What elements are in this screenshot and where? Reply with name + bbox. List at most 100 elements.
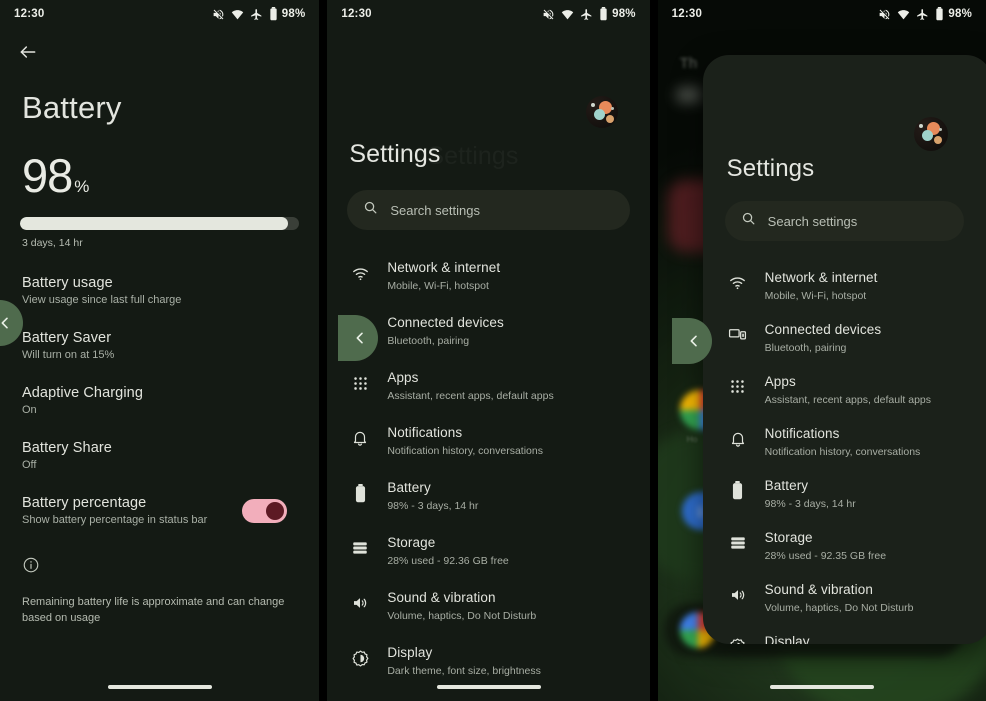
list-item-title: Network & internet — [764, 269, 878, 285]
chevron-left-icon — [1, 317, 8, 329]
search-icon — [741, 211, 756, 231]
list-item-subtitle: Notification history, conversations — [764, 445, 921, 458]
list-item-subtitle: Will turn on at 15% — [22, 349, 115, 361]
list-item-title: Storage — [387, 535, 436, 550]
battery-progress-fill — [20, 217, 289, 230]
search-input[interactable]: Search settings — [724, 201, 965, 241]
avatar-shape — [919, 124, 924, 128]
battery-options-list: Battery usage View usage since last full… — [0, 263, 319, 538]
list-item-subtitle: View usage since last full charge — [22, 294, 182, 306]
list-item-battery-share[interactable]: Battery Share Off — [0, 428, 319, 483]
wallpaper-widget-text: Th — [679, 55, 698, 72]
airplane-mode-icon — [916, 8, 929, 21]
list-item-title: Notifications — [764, 425, 840, 441]
home-indicator[interactable] — [107, 685, 212, 689]
sidebar-item-display[interactable]: Display Dark theme, font size, brightnes… — [727, 623, 986, 644]
avatar-shape — [922, 130, 934, 141]
status-bar-clock: 12:30 — [14, 8, 45, 20]
avatar[interactable] — [585, 96, 618, 128]
list-item-battery-usage[interactable]: Battery usage View usage since last full… — [0, 263, 319, 318]
wifi-icon — [727, 272, 749, 294]
status-bar-clock: 12:30 — [341, 8, 372, 20]
list-item-title: Sound & vibration — [764, 581, 873, 597]
list-item-subtitle: Volume, haptics, Do Not Disturb — [387, 610, 537, 622]
search-placeholder: Search settings — [767, 213, 858, 229]
search-icon — [363, 200, 378, 220]
avatar[interactable] — [914, 117, 949, 151]
chevron-left-icon — [690, 335, 697, 347]
three-phone-screenshots: 12:30 98% Battery 98 % 3 days, 14 hr Bat… — [0, 0, 986, 701]
list-item-battery-percentage[interactable]: Battery percentage Show battery percenta… — [0, 483, 319, 538]
list-item-title: Battery Saver — [22, 330, 112, 346]
home-indicator[interactable] — [769, 685, 874, 689]
wifi-icon — [897, 8, 910, 21]
list-item-subtitle: Assistant, recent apps, default apps — [764, 393, 932, 406]
sidebar-item-battery[interactable]: Battery 98% - 3 days, 14 hr — [349, 468, 649, 523]
connected-devices-icon — [727, 324, 749, 346]
list-item-subtitle: Dark theme, font size, brightness — [387, 665, 541, 677]
sidebar-item-apps[interactable]: Apps Assistant, recent apps, default app… — [349, 358, 649, 413]
battery-percent-symbol: % — [74, 177, 90, 196]
list-item-title: Battery percentage — [22, 495, 147, 511]
mute-icon — [212, 8, 225, 21]
home-indicator[interactable] — [436, 685, 541, 689]
battery-progress-track — [20, 217, 300, 230]
wallpaper-app-label: Ho — [686, 434, 698, 444]
status-bar: 12:30 98% — [0, 0, 319, 28]
sidebar-item-notifications[interactable]: Notifications Notification history, conv… — [349, 413, 649, 468]
brightness-icon — [727, 636, 749, 644]
sidebar-item-storage[interactable]: Storage 28% used - 92.35 GB free — [727, 519, 986, 571]
avatar-shape — [605, 115, 614, 123]
sidebar-item-connected-devices[interactable]: Connected devices Bluetooth, pairing — [727, 311, 986, 363]
list-item-title: Battery usage — [22, 275, 113, 291]
list-item-title: Battery — [387, 480, 431, 495]
sidebar-item-storage[interactable]: Storage 28% used - 92.36 GB free — [349, 523, 649, 578]
battery-icon — [349, 482, 371, 504]
sidebar-item-apps[interactable]: Apps Assistant, recent apps, default app… — [727, 363, 986, 415]
sidebar-item-battery[interactable]: Battery 98% - 3 days, 14 hr — [727, 467, 986, 519]
list-item-title: Apps — [764, 373, 796, 389]
list-item-subtitle: Volume, haptics, Do Not Disturb — [764, 601, 914, 614]
list-item-title: Notifications — [387, 425, 463, 440]
brightness-icon — [349, 647, 371, 669]
status-bar: 12:30 98% — [327, 0, 649, 28]
list-item-battery-saver[interactable]: Battery Saver Will turn on at 15% — [0, 318, 319, 373]
search-input[interactable]: Search settings — [347, 190, 630, 230]
battery-icon — [269, 7, 278, 21]
back-button[interactable] — [0, 28, 319, 62]
airplane-mode-icon — [250, 8, 263, 21]
list-item-title: Battery Share — [22, 440, 112, 456]
battery-info-note: Remaining battery life is approximate an… — [0, 538, 319, 627]
list-item-title: Apps — [387, 370, 419, 385]
sidebar-item-sound-vibration[interactable]: Sound & vibration Volume, haptics, Do No… — [349, 578, 649, 633]
status-bar-battery-text: 98% — [612, 8, 636, 20]
list-item-subtitle: Bluetooth, pairing — [387, 335, 470, 347]
list-item-subtitle: Bluetooth, pairing — [764, 341, 847, 354]
sidebar-item-network-internet[interactable]: Network & internet Mobile, Wi-Fi, hotspo… — [349, 248, 649, 303]
list-item-subtitle: Mobile, Wi-Fi, hotspot — [387, 280, 489, 292]
status-bar: 12:30 98% — [658, 0, 986, 28]
avatar-shape — [593, 109, 605, 120]
list-item-title: Network & internet — [387, 260, 501, 275]
airplane-mode-icon — [580, 8, 593, 21]
list-item-title: Adaptive Charging — [22, 385, 143, 401]
list-item-subtitle: Assistant, recent apps, default apps — [387, 390, 554, 402]
sidebar-item-notifications[interactable]: Notifications Notification history, conv… — [727, 415, 986, 467]
list-item-adaptive-charging[interactable]: Adaptive Charging On — [0, 373, 319, 428]
battery-percentage-toggle[interactable] — [242, 498, 288, 523]
battery-icon — [727, 480, 749, 502]
screen-divider-1 — [319, 0, 328, 701]
status-bar-icons: 98% — [542, 7, 636, 21]
chevron-left-icon — [356, 332, 364, 344]
wallpaper-blob — [675, 88, 702, 102]
sidebar-item-network-internet[interactable]: Network & internet Mobile, Wi-Fi, hotspo… — [727, 259, 986, 311]
list-item-subtitle: 98% - 3 days, 14 hr — [387, 500, 479, 512]
list-item-title: Storage — [764, 529, 813, 545]
battery-percentage-display: 98 % — [0, 126, 319, 203]
sidebar-item-connected-devices[interactable]: Connected devices Bluetooth, pairing — [349, 303, 649, 358]
phone-screen-battery: 12:30 98% Battery 98 % 3 days, 14 hr Bat… — [0, 0, 320, 701]
sidebar-item-display[interactable]: Display Dark theme, font size, brightnes… — [349, 633, 649, 688]
page-title: Settings — [349, 140, 441, 168]
sidebar-item-sound-vibration[interactable]: Sound & vibration Volume, haptics, Do No… — [727, 571, 986, 623]
settings-list: Network & internet Mobile, Wi-Fi, hotspo… — [727, 259, 986, 644]
